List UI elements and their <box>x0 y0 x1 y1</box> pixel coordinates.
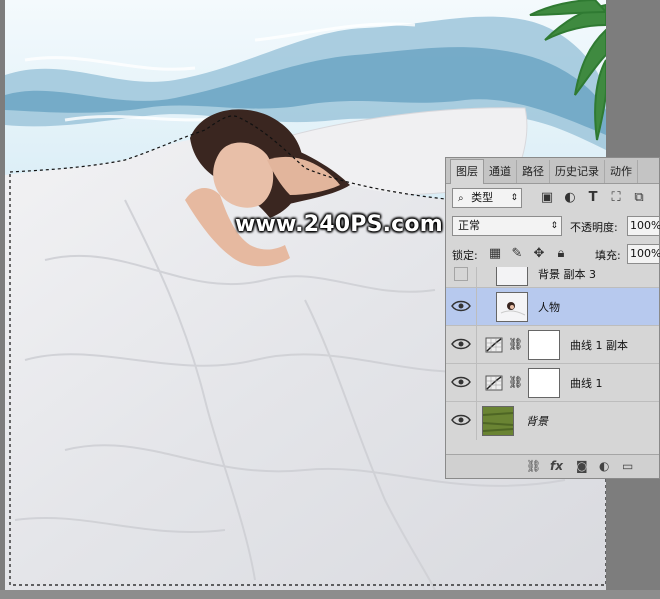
lock-all-icon[interactable]: 🔒︎ <box>552 246 570 262</box>
layer-row[interactable]: 背景 副本 3 <box>446 267 659 288</box>
lock-transparency-icon[interactable]: ▦ <box>486 246 504 262</box>
layer-name: 背景 副本 3 <box>538 268 596 281</box>
lock-pixels-brush-icon[interactable]: ✎ <box>508 246 526 262</box>
curves-adjustment-icon <box>485 375 503 391</box>
curves-adjustment-icon <box>485 337 503 353</box>
layer-thumbnail <box>482 406 514 436</box>
lock-label: 锁定: <box>452 249 478 262</box>
adjustment-filter-icon[interactable]: ◐ <box>561 190 579 206</box>
lock-position-move-icon[interactable]: ✥ <box>530 246 548 262</box>
folder-icon[interactable]: ▭ <box>622 459 633 473</box>
layer-row[interactable]: 背景 <box>446 401 659 440</box>
opacity-label: 不透明度: <box>570 221 618 234</box>
fill-label: 填充: <box>595 249 621 262</box>
layer-thumbnail <box>496 267 528 286</box>
search-icon: ⌕ <box>458 193 464 204</box>
tab-paths[interactable]: 路径 <box>517 160 550 183</box>
mask-icon[interactable]: ◙ <box>576 459 588 473</box>
blend-mode-value: 正常 <box>458 219 480 232</box>
layer-name: 背景 <box>526 415 548 428</box>
filter-label: 类型 <box>471 191 494 204</box>
link-icon[interactable]: ⛓︎ <box>526 459 541 473</box>
fx-icon[interactable]: fx <box>550 459 563 473</box>
type-filter-icon[interactable]: T <box>584 190 602 206</box>
eye-icon[interactable] <box>450 374 472 390</box>
eye-icon[interactable] <box>450 336 472 352</box>
layer-mask-thumbnail[interactable] <box>528 368 560 398</box>
layer-row[interactable]: ⛓︎ 曲线 1 副本 <box>446 325 659 364</box>
layer-mask-thumbnail[interactable] <box>528 330 560 360</box>
visibility-toggle-off[interactable] <box>454 267 468 281</box>
tab-actions[interactable]: 动作 <box>605 160 638 183</box>
watermark-text: www.240PS.com <box>235 212 443 237</box>
eye-icon[interactable] <box>450 412 472 428</box>
layer-row[interactable]: ⛓︎ 曲线 1 <box>446 363 659 402</box>
shape-filter-icon[interactable]: ⛶ <box>607 190 625 206</box>
eye-icon[interactable] <box>450 298 472 314</box>
layer-name: 人物 <box>538 301 560 314</box>
panel-tabs: 图层 通道 路径 历史记录 动作 <box>446 158 659 184</box>
layer-name: 曲线 1 <box>570 377 603 390</box>
updown-arrow-icon: ⇕ <box>550 221 558 231</box>
horizontal-scrollbar[interactable] <box>0 590 660 599</box>
blend-mode-select[interactable]: 正常 ⇕ <box>452 216 562 236</box>
tab-channels[interactable]: 通道 <box>484 160 517 183</box>
layer-name: 曲线 1 副本 <box>570 339 628 352</box>
layer-row-selected[interactable]: 人物 <box>446 287 659 326</box>
chain-link-icon[interactable]: ⛓︎ <box>508 375 523 389</box>
chain-link-icon[interactable]: ⛓︎ <box>508 337 523 351</box>
updown-arrow-icon: ⇕ <box>510 193 518 203</box>
pixel-filter-icon[interactable]: ▣ <box>538 190 556 206</box>
layer-filter-select[interactable]: ⌕ 类型 ⇕ <box>452 188 522 208</box>
layer-thumbnail <box>496 292 528 322</box>
layer-list: 背景 副本 3 人物 ⛓︎ 曲线 1 副本 ⛓︎ 曲线 1 背景 <box>446 267 659 455</box>
layers-panel: 图层 通道 路径 历史记录 动作 ⌕ 类型 ⇕ ▣ ◐ T ⛶ ⧉ 正常 ⇕ 不… <box>445 157 660 479</box>
opacity-input[interactable]: 100% <box>627 216 660 236</box>
fill-input[interactable]: 100% <box>627 244 660 264</box>
tab-layers[interactable]: 图层 <box>450 159 484 184</box>
smart-object-filter-icon[interactable]: ⧉ <box>630 190 648 206</box>
tab-history[interactable]: 历史记录 <box>550 160 605 183</box>
panel-footer: ⛓︎ fx ◙ ◐ ▭ <box>446 454 659 478</box>
adjustment-icon[interactable]: ◐ <box>599 459 609 473</box>
